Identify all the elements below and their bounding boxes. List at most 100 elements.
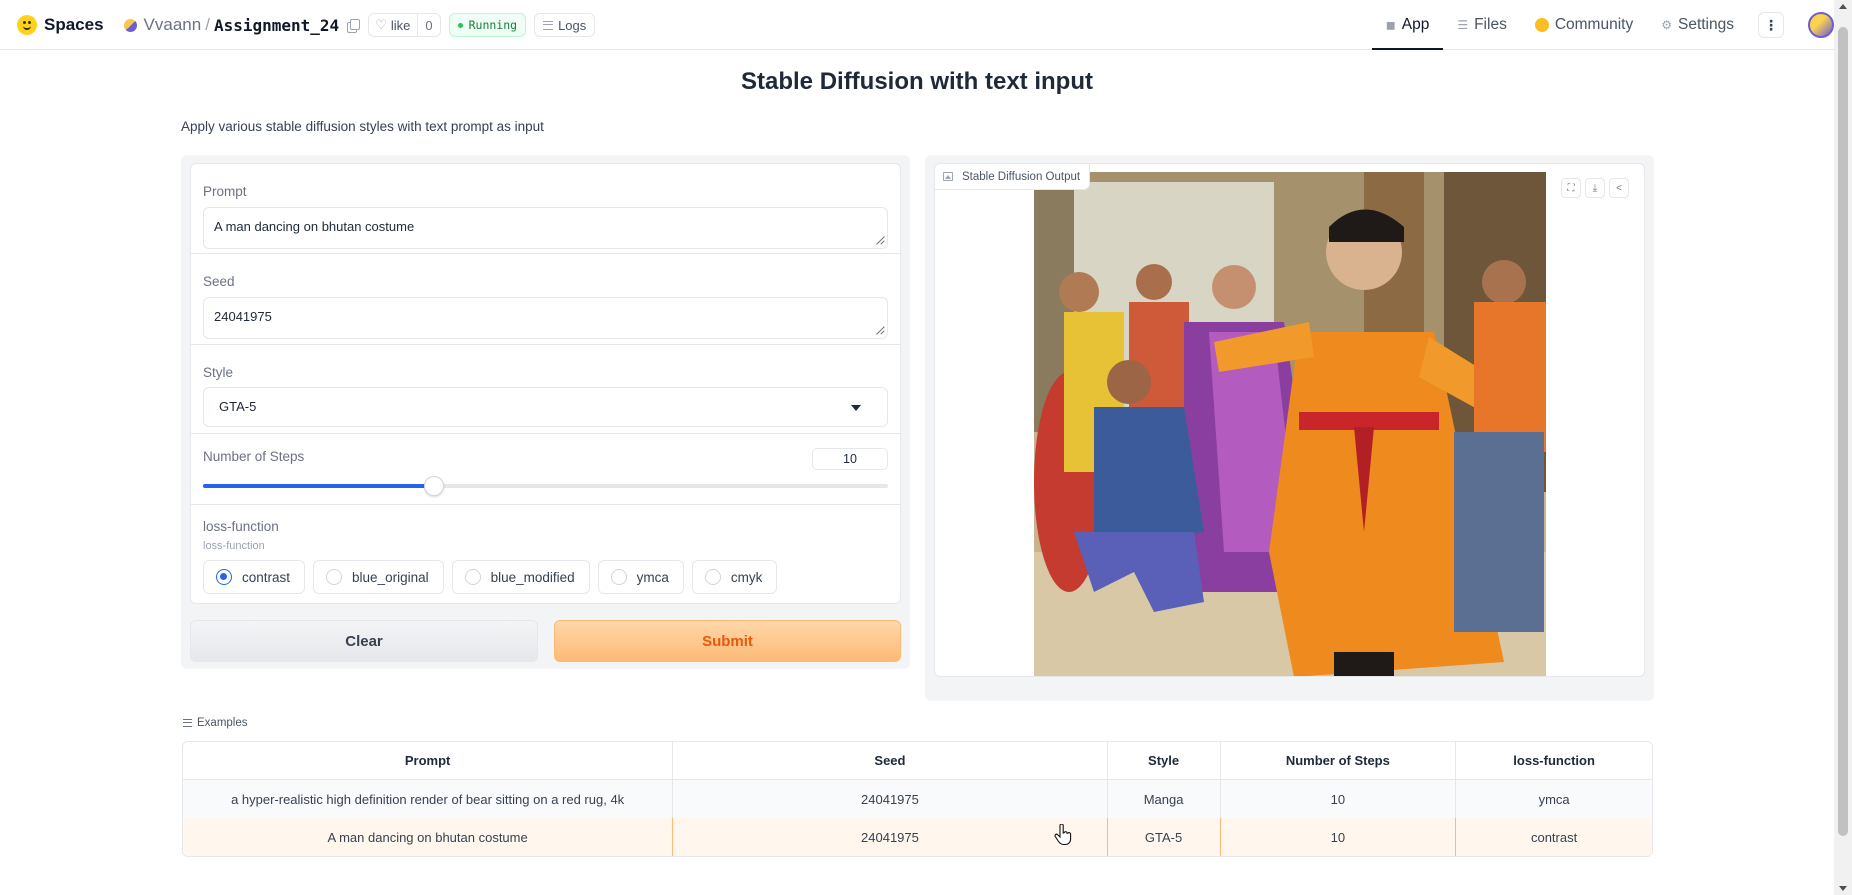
copy-icon[interactable] <box>347 18 361 33</box>
loss-function-info: loss-function <box>203 540 265 552</box>
tab-community[interactable]: Community <box>1521 0 1647 50</box>
resize-handle-icon[interactable] <box>875 326 884 335</box>
radio-label: ymca <box>636 569 669 585</box>
table-cell[interactable]: contrast <box>1456 818 1652 856</box>
radio-label: blue_original <box>352 569 429 585</box>
resize-handle-icon[interactable] <box>875 236 884 245</box>
table-cell[interactable]: GTA-5 <box>1107 818 1221 856</box>
cube-icon: ◼ <box>1385 18 1396 32</box>
repo-name[interactable]: Assignment_24 <box>214 16 339 35</box>
radio-blue-original[interactable]: blue_original <box>313 560 444 594</box>
tab-app-label: App <box>1401 16 1430 33</box>
page-scrollbar[interactable] <box>1834 0 1852 895</box>
submit-button[interactable]: Submit <box>554 620 901 662</box>
style-value: GTA-5 <box>219 399 257 414</box>
fullscreen-icon[interactable]: ⛶ <box>1561 178 1581 198</box>
column-header: Seed <box>673 742 1108 780</box>
user-avatar[interactable] <box>1808 12 1834 38</box>
owner-avatar-icon <box>123 18 137 32</box>
seed-value: 24041975 <box>214 309 272 324</box>
like-label: like <box>390 17 411 33</box>
seed-label: Seed <box>203 274 235 289</box>
spaces-link[interactable]: Spaces <box>44 15 104 35</box>
status-badge[interactable]: Running <box>448 13 527 37</box>
table-cell[interactable]: 10 <box>1220 780 1457 818</box>
table-row[interactable]: a hyper-realistic high definition render… <box>183 780 1652 818</box>
radio-label: contrast <box>242 569 291 585</box>
share-icon[interactable]: < <box>1609 178 1629 198</box>
radio-circle-icon <box>610 569 627 585</box>
style-block: Style GTA-5 <box>191 345 900 434</box>
loss-function-label: loss-function <box>203 519 279 534</box>
steps-number-input[interactable]: 10 <box>812 448 888 470</box>
prompt-value: A man dancing on bhutan costume <box>214 219 415 234</box>
steps-slider-fill <box>203 484 434 488</box>
style-label: Style <box>203 365 234 380</box>
table-cell[interactable]: ymca <box>1456 780 1652 818</box>
radio-circle-icon <box>704 569 721 585</box>
space-tabs: ◼ App ☰ Files Community ⚙ Settings ⋮ <box>1371 0 1852 50</box>
radio-cmyk[interactable]: cmyk <box>691 560 778 594</box>
input-form: Prompt A man dancing on bhutan costume S… <box>190 163 901 604</box>
top-navbar: Spaces Vvaann / Assignment_24 ♡ like 0 Ru… <box>0 0 1852 50</box>
more-options-button[interactable]: ⋮ <box>1758 12 1784 38</box>
column-header: Number of Steps <box>1220 742 1457 780</box>
dropdown-caret-icon <box>851 405 861 411</box>
table-cell[interactable]: A man dancing on bhutan costume <box>183 818 674 856</box>
app-description: Apply various stable diffusion styles wi… <box>181 119 544 134</box>
output-image-box: Stable Diffusion Output ⛶ ⤓ < <box>934 163 1645 677</box>
status-dot-icon <box>457 22 463 28</box>
output-label-text: Stable Diffusion Output <box>962 170 1081 183</box>
table-header-row: Prompt Seed Style Number of Steps loss-f… <box>183 742 1652 780</box>
path-separator: / <box>205 15 210 34</box>
table-cell[interactable]: 10 <box>1220 818 1457 856</box>
like-count[interactable]: 0 <box>417 14 439 36</box>
steps-block: Number of Steps 10 <box>191 434 900 505</box>
table-cell[interactable]: 24041975 <box>673 780 1108 818</box>
prompt-input[interactable]: A man dancing on bhutan costume <box>203 207 888 249</box>
seed-input[interactable]: 24041975 <box>203 297 888 339</box>
owner-link[interactable]: Vvaann <box>144 15 202 35</box>
hand-cursor-icon <box>1054 824 1072 846</box>
status-text: Running <box>468 18 518 32</box>
examples-label: Examples <box>183 717 248 729</box>
like-button[interactable]: ♡ like 0 <box>368 13 441 37</box>
loss-function-radio-group: contrast blue_original blue_modified ymc… <box>203 560 778 594</box>
tab-app[interactable]: ◼ App <box>1371 0 1444 50</box>
input-panel: Prompt A man dancing on bhutan costume S… <box>181 155 910 669</box>
style-dropdown[interactable]: GTA-5 <box>203 387 888 427</box>
radio-circle-icon <box>464 569 481 585</box>
tab-files-label: Files <box>1474 16 1507 33</box>
radio-label: blue_modified <box>490 569 575 585</box>
tab-community-label: Community <box>1554 16 1634 33</box>
table-row[interactable]: A man dancing on bhutan costume 24041975… <box>183 818 1652 856</box>
app-title: Stable Diffusion with text input <box>741 68 1093 95</box>
radio-circle-icon <box>216 569 232 585</box>
table-cell[interactable]: Manga <box>1107 780 1221 818</box>
image-icon <box>943 172 953 181</box>
download-icon[interactable]: ⤓ <box>1585 178 1605 198</box>
column-header: loss-function <box>1456 742 1652 780</box>
steps-label: Number of Steps <box>203 449 305 464</box>
prompt-block: Prompt A man dancing on bhutan costume <box>191 164 900 254</box>
steps-slider[interactable] <box>203 476 888 496</box>
logs-button[interactable]: Logs <box>534 13 596 37</box>
table-cell[interactable]: a hyper-realistic high definition render… <box>183 780 674 818</box>
radio-blue-modified[interactable]: blue_modified <box>451 560 590 594</box>
steps-slider-thumb[interactable] <box>423 476 444 496</box>
radio-label: cmyk <box>730 569 763 585</box>
clear-button[interactable]: Clear <box>190 620 538 662</box>
huggingface-logo-icon[interactable] <box>17 15 37 35</box>
heart-icon: ♡ <box>375 17 387 32</box>
scroll-up-arrow-icon[interactable] <box>1839 4 1847 9</box>
tab-settings[interactable]: ⚙ Settings <box>1647 0 1748 50</box>
tab-files[interactable]: ☰ Files <box>1443 0 1521 50</box>
radio-contrast[interactable]: contrast <box>203 560 306 594</box>
output-label: Stable Diffusion Output <box>935 164 1091 190</box>
table-cell[interactable]: 24041975 <box>673 818 1108 856</box>
scrollbar-thumb[interactable] <box>1838 27 1848 836</box>
examples-label-text: Examples <box>197 717 248 729</box>
scroll-down-arrow-icon[interactable] <box>1839 886 1847 891</box>
radio-ymca[interactable]: ymca <box>597 560 684 594</box>
column-header: Prompt <box>183 742 674 780</box>
